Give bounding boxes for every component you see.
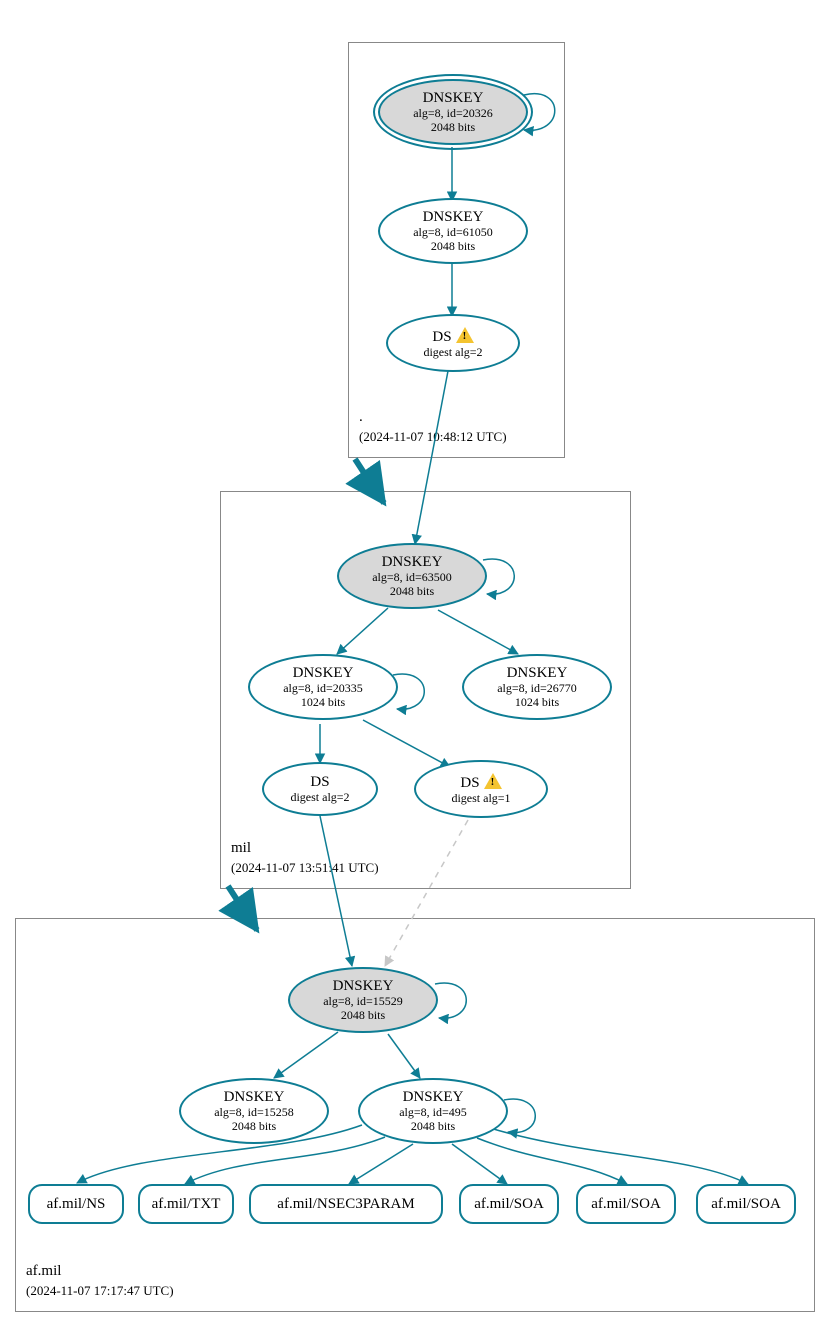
node-title: DNSKEY: [423, 209, 484, 226]
node-line1: alg=8, id=26770: [497, 681, 577, 696]
zone-afmil-label: af.mil (2024-11-07 17:17:47 UTC): [26, 1262, 174, 1301]
node-root-ds: DS digest alg=2: [386, 314, 520, 372]
node-title: DNSKEY: [382, 554, 443, 571]
node-mil-ksk: DNSKEY alg=8, id=63500 2048 bits: [337, 543, 487, 609]
node-line2: 2048 bits: [431, 120, 475, 135]
node-title: DNSKEY: [423, 90, 484, 107]
node-line2: 2048 bits: [341, 1008, 385, 1023]
zone-mil-label: mil (2024-11-07 13:51:41 UTC): [231, 839, 379, 878]
rrset-soa-1: af.mil/SOA: [459, 1184, 559, 1224]
rrset-txt: af.mil/TXT: [138, 1184, 234, 1224]
zone-mil-timestamp: (2024-11-07 13:51:41 UTC): [231, 860, 379, 875]
node-title: af.mil/TXT: [152, 1196, 221, 1213]
rrset-soa-3: af.mil/SOA: [696, 1184, 796, 1224]
node-title: af.mil/NSEC3PARAM: [277, 1196, 414, 1213]
zone-root-timestamp: (2024-11-07 10:48:12 UTC): [359, 429, 507, 444]
node-line1: alg=8, id=20326: [413, 106, 493, 121]
warning-icon: [456, 327, 474, 343]
node-title: af.mil/NS: [47, 1196, 106, 1213]
node-title: DNSKEY: [333, 978, 394, 995]
rrset-ns: af.mil/NS: [28, 1184, 124, 1224]
node-root-zsk: DNSKEY alg=8, id=61050 2048 bits: [378, 198, 528, 264]
node-title: DS: [310, 774, 329, 791]
zone-mil-name: mil: [231, 840, 251, 856]
node-line2: 2048 bits: [411, 1119, 455, 1134]
node-line1: alg=8, id=15529: [323, 994, 403, 1009]
zone-root-label: . (2024-11-07 10:48:12 UTC): [359, 408, 507, 447]
node-title: DNSKEY: [403, 1089, 464, 1106]
node-line1: alg=8, id=61050: [413, 225, 493, 240]
rrset-soa-2: af.mil/SOA: [576, 1184, 676, 1224]
node-afmil-zsk-495: DNSKEY alg=8, id=495 2048 bits: [358, 1078, 508, 1144]
node-title: af.mil/SOA: [474, 1196, 544, 1213]
node-title: af.mil/SOA: [591, 1196, 661, 1213]
node-line1: alg=8, id=15258: [214, 1105, 294, 1120]
node-title: af.mil/SOA: [711, 1196, 781, 1213]
zone-afmil-timestamp: (2024-11-07 17:17:47 UTC): [26, 1283, 174, 1298]
node-line1: digest alg=2: [423, 345, 482, 360]
node-title: DNSKEY: [293, 665, 354, 682]
node-line2: 2048 bits: [390, 584, 434, 599]
node-title: DS: [432, 327, 473, 346]
node-mil-ds-alg2: DS digest alg=2: [262, 762, 378, 816]
node-line2: 2048 bits: [431, 239, 475, 254]
node-line2: 1024 bits: [301, 695, 345, 710]
node-line1: alg=8, id=20335: [283, 681, 363, 696]
node-line1: digest alg=1: [451, 791, 510, 806]
node-title: DS: [460, 773, 501, 792]
node-afmil-ksk: DNSKEY alg=8, id=15529 2048 bits: [288, 967, 438, 1033]
node-mil-zsk-20335: DNSKEY alg=8, id=20335 1024 bits: [248, 654, 398, 720]
node-mil-zsk-26770: DNSKEY alg=8, id=26770 1024 bits: [462, 654, 612, 720]
node-title: DNSKEY: [224, 1089, 285, 1106]
zone-afmil-name: af.mil: [26, 1263, 61, 1279]
node-afmil-zsk-15258: DNSKEY alg=8, id=15258 2048 bits: [179, 1078, 329, 1144]
node-title: DNSKEY: [507, 665, 568, 682]
zone-root-name: .: [359, 409, 363, 425]
node-root-ksk: DNSKEY alg=8, id=20326 2048 bits: [378, 79, 528, 145]
node-mil-ds-alg1: DS digest alg=1: [414, 760, 548, 818]
node-line1: alg=8, id=63500: [372, 570, 452, 585]
node-line1: alg=8, id=495: [399, 1105, 467, 1120]
node-line2: 1024 bits: [515, 695, 559, 710]
rrset-nsec3param: af.mil/NSEC3PARAM: [249, 1184, 443, 1224]
node-line2: 2048 bits: [232, 1119, 276, 1134]
dnssec-chain-diagram: . (2024-11-07 10:48:12 UTC) DNSKEY alg=8…: [0, 0, 829, 1320]
node-line1: digest alg=2: [290, 790, 349, 805]
warning-icon: [484, 773, 502, 789]
